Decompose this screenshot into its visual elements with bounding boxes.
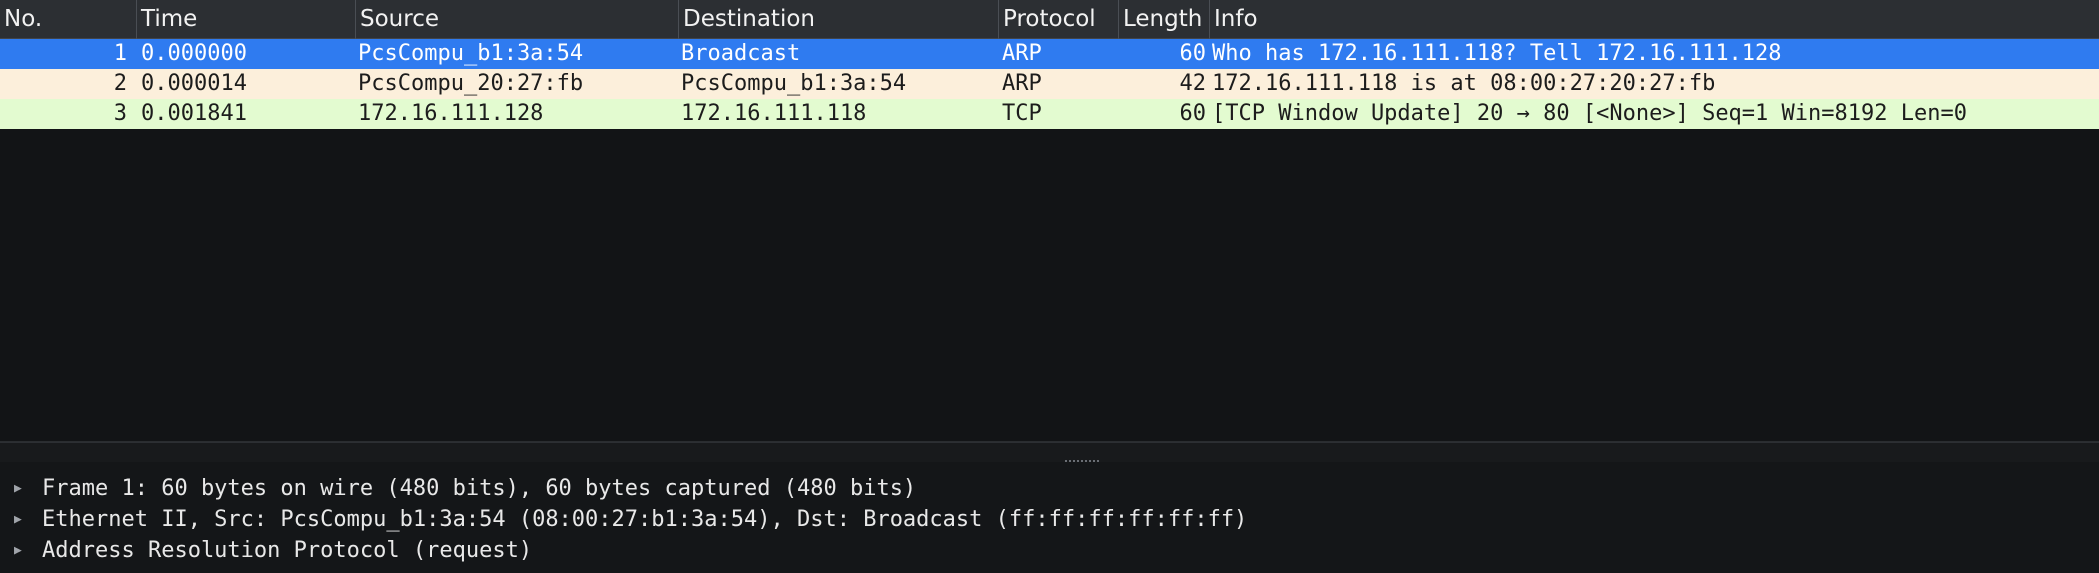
chevron-right-icon[interactable]: ▶ — [14, 535, 30, 566]
chevron-right-icon[interactable]: ▶ — [14, 504, 30, 535]
packet-source: PcsCompu_20:27:fb — [358, 71, 584, 96]
packet-no: 2 — [113, 71, 127, 96]
packet-source: PcsCompu_b1:3a:54 — [358, 41, 584, 66]
packet-row[interactable]: 2 0.000014 PcsCompu_20:27:fb PcsCompu_b1… — [0, 69, 2099, 99]
column-header-destination[interactable]: Destination — [679, 0, 999, 39]
packet-row-selected[interactable]: 1 0.000000 PcsCompu_b1:3a:54 Broadcast A… — [0, 39, 2099, 69]
packet-time: 0.000000 — [141, 41, 247, 66]
packet-protocol: ARP — [1002, 41, 1042, 66]
column-header-source[interactable]: Source — [356, 0, 679, 39]
packet-length: 60 — [1179, 41, 1207, 66]
pane-splitter[interactable] — [0, 442, 2099, 463]
packet-protocol: TCP — [1002, 101, 1042, 126]
chevron-right-icon[interactable]: ▶ — [14, 473, 30, 504]
packet-no: 1 — [113, 41, 127, 66]
column-header-time[interactable]: Time — [137, 0, 356, 39]
column-header-no[interactable]: No. — [0, 0, 137, 39]
column-header-protocol[interactable]: Protocol — [999, 0, 1119, 39]
packet-time: 0.000014 — [141, 71, 247, 96]
detail-tree-item-ethernet[interactable]: ▶ Ethernet II, Src: PcsCompu_b1:3a:54 (0… — [0, 504, 2099, 535]
packet-no: 3 — [113, 101, 127, 126]
packet-destination: PcsCompu_b1:3a:54 — [681, 71, 907, 96]
detail-tree-label: Ethernet II, Src: PcsCompu_b1:3a:54 (08:… — [42, 507, 1248, 532]
packet-time: 0.001841 — [141, 101, 247, 126]
packet-length: 42 — [1179, 71, 1207, 96]
packet-list-pane[interactable]: No. Time Source Destination Protocol Len… — [0, 0, 2099, 442]
packet-destination: Broadcast — [681, 41, 801, 66]
packet-info: [TCP Window Update] 20 → 80 [<None>] Seq… — [1212, 101, 1967, 126]
packet-source: 172.16.111.128 — [358, 101, 544, 126]
column-header-info[interactable]: Info — [1210, 0, 2099, 39]
detail-tree-label: Address Resolution Protocol (request) — [42, 538, 533, 563]
packet-protocol: ARP — [1002, 71, 1042, 96]
wireshark-window: No. Time Source Destination Protocol Len… — [0, 0, 2099, 573]
detail-tree-item-arp[interactable]: ▶ Address Resolution Protocol (request) — [0, 535, 2099, 566]
packet-info: Who has 172.16.111.118? Tell 172.16.111.… — [1212, 41, 1782, 66]
packet-length: 60 — [1179, 101, 1207, 126]
packet-info: 172.16.111.118 is at 08:00:27:20:27:fb — [1212, 71, 1716, 96]
packet-list-header: No. Time Source Destination Protocol Len… — [0, 0, 2099, 39]
packet-row[interactable]: 3 0.001841 172.16.111.128 172.16.111.118… — [0, 99, 2099, 129]
detail-tree-item-frame[interactable]: ▶ Frame 1: 60 bytes on wire (480 bits), … — [0, 473, 2099, 504]
packet-destination: 172.16.111.118 — [681, 101, 867, 126]
packet-details-pane[interactable]: ▶ Frame 1: 60 bytes on wire (480 bits), … — [0, 462, 2099, 573]
column-header-length[interactable]: Length — [1119, 0, 1210, 39]
detail-tree-label: Frame 1: 60 bytes on wire (480 bits), 60… — [42, 476, 917, 501]
